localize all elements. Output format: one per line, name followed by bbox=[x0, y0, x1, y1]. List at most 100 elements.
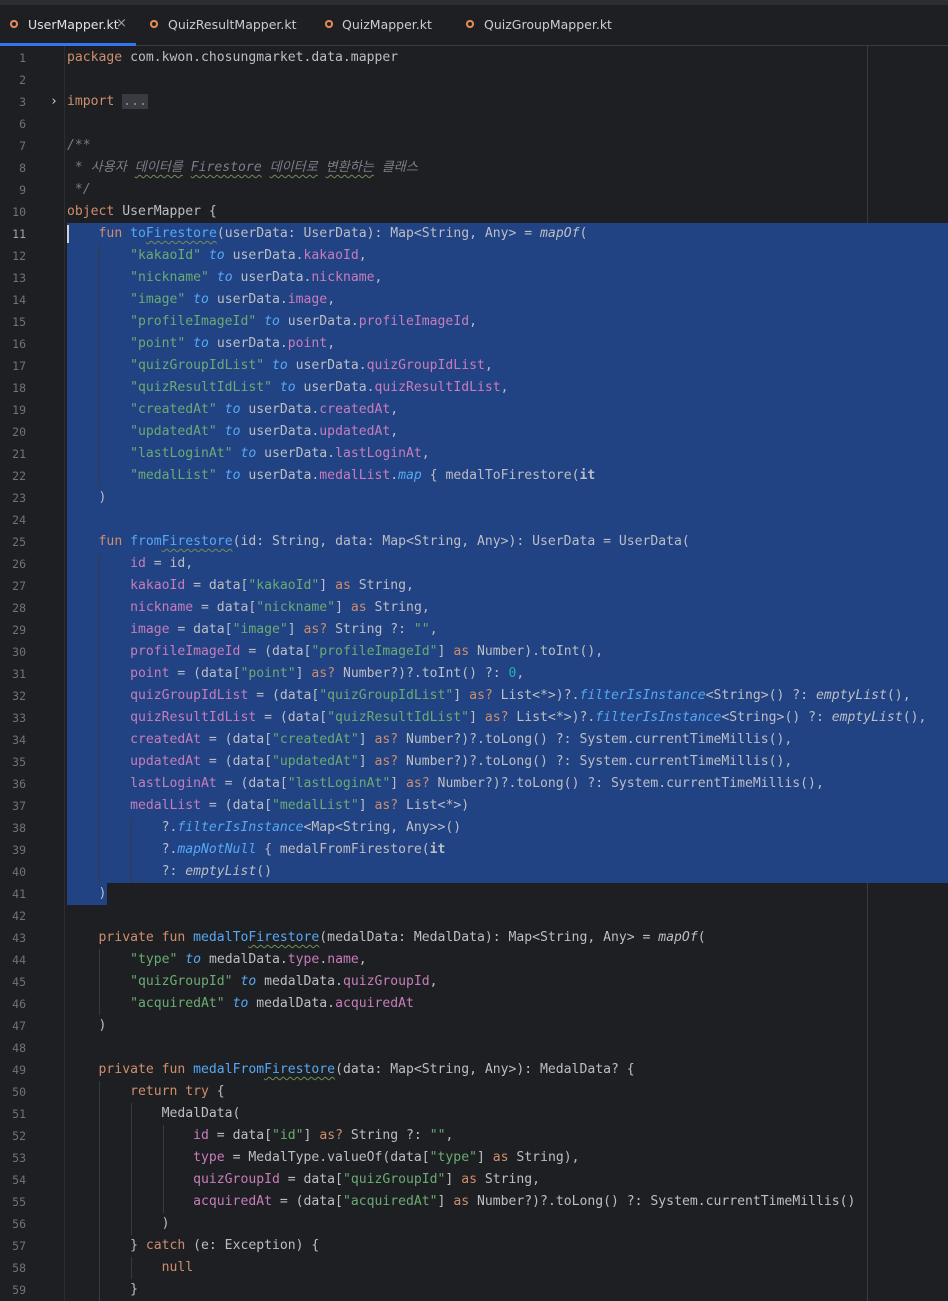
close-icon[interactable]: × bbox=[116, 16, 127, 31]
code-line[interactable]: 41 ) bbox=[0, 883, 948, 905]
code-line[interactable]: 24 bbox=[0, 509, 948, 531]
code-line[interactable]: 21 "lastLoginAt" to userData.lastLoginAt… bbox=[0, 443, 948, 465]
code-line[interactable]: 30 profileImageId = (data["profileImageI… bbox=[0, 641, 948, 663]
code-line[interactable]: 19 "createdAt" to userData.createdAt, bbox=[0, 399, 948, 421]
code-line[interactable]: 38 ?.filterIsInstance<Map<String, Any>>(… bbox=[0, 817, 948, 839]
code-line[interactable]: 49 private fun medalFromFirestore(data: … bbox=[0, 1059, 948, 1081]
code-line[interactable]: 42 bbox=[0, 905, 948, 927]
code-text[interactable]: kakaoId = data["kakaoId"] as String, bbox=[67, 575, 948, 597]
code-text[interactable]: "createdAt" to userData.createdAt, bbox=[67, 399, 948, 421]
code-text[interactable]: ) bbox=[67, 883, 948, 905]
code-line[interactable]: 3 › import ... bbox=[0, 91, 948, 113]
code-text[interactable]: "updatedAt" to userData.updatedAt, bbox=[67, 421, 948, 443]
code-line[interactable]: 7 /** bbox=[0, 135, 948, 157]
code-line[interactable]: 45 "quizGroupId" to medalData.quizGroupI… bbox=[0, 971, 948, 993]
code-text[interactable]: id = id, bbox=[67, 553, 948, 575]
code-text[interactable]: "lastLoginAt" to userData.lastLoginAt, bbox=[67, 443, 948, 465]
code-line[interactable]: 17 "quizGroupIdList" to userData.quizGro… bbox=[0, 355, 948, 377]
tab-quizgroupmapper[interactable]: QuizGroupMapper.kt bbox=[456, 5, 626, 45]
code-text[interactable]: updatedAt = (data["updatedAt"] as? Numbe… bbox=[67, 751, 948, 773]
code-text[interactable]: import ... bbox=[67, 91, 948, 113]
code-line[interactable]: 43 private fun medalToFirestore(medalDat… bbox=[0, 927, 948, 949]
code-line[interactable]: 27 kakaoId = data["kakaoId"] as String, bbox=[0, 575, 948, 597]
code-text[interactable]: "image" to userData.image, bbox=[67, 289, 948, 311]
code-line[interactable]: 12 "kakaoId" to userData.kakaoId, bbox=[0, 245, 948, 267]
code-text[interactable]: nickname = data["nickname"] as String, bbox=[67, 597, 948, 619]
code-text[interactable]: "type" to medalData.type.name, bbox=[67, 949, 948, 971]
code-line[interactable]: 15 "profileImageId" to userData.profileI… bbox=[0, 311, 948, 333]
code-text[interactable]: ) bbox=[67, 487, 948, 509]
code-text[interactable]: "point" to userData.point, bbox=[67, 333, 948, 355]
code-line[interactable]: 54 quizGroupId = data["quizGroupId"] as … bbox=[0, 1169, 948, 1191]
code-line[interactable]: 40 ?: emptyList() bbox=[0, 861, 948, 883]
code-text[interactable]: fun toFirestore(userData: UserData): Map… bbox=[67, 223, 948, 245]
code-text[interactable]: "quizGroupIdList" to userData.quizGroupI… bbox=[67, 355, 948, 377]
code-text[interactable]: point = (data["point"] as? Number?)?.toI… bbox=[67, 663, 948, 685]
code-line[interactable]: 58 null bbox=[0, 1257, 948, 1279]
tab-usermapper[interactable]: UserMapper.kt × bbox=[0, 5, 136, 46]
code-line[interactable]: 18 "quizResultIdList" to userData.quizRe… bbox=[0, 377, 948, 399]
code-line[interactable]: 32 quizGroupIdList = (data["quizGroupIdL… bbox=[0, 685, 948, 707]
code-line[interactable]: 44 "type" to medalData.type.name, bbox=[0, 949, 948, 971]
code-line[interactable]: 57 } catch (e: Exception) { bbox=[0, 1235, 948, 1257]
code-line[interactable]: 26 id = id, bbox=[0, 553, 948, 575]
code-text[interactable]: "acquiredAt" to medalData.acquiredAt bbox=[67, 993, 948, 1015]
code-text[interactable]: image = data["image"] as? String ?: "", bbox=[67, 619, 948, 641]
code-line[interactable]: 14 "image" to userData.image, bbox=[0, 289, 948, 311]
code-text[interactable]: "nickname" to userData.nickname, bbox=[67, 267, 948, 289]
code-text[interactable]: acquiredAt = (data["acquiredAt"] as Numb… bbox=[67, 1191, 948, 1213]
code-line[interactable]: 20 "updatedAt" to userData.updatedAt, bbox=[0, 421, 948, 443]
code-line[interactable]: 52 id = data["id"] as? String ?: "", bbox=[0, 1125, 948, 1147]
code-line[interactable]: 55 acquiredAt = (data["acquiredAt"] as N… bbox=[0, 1191, 948, 1213]
code-line[interactable]: 56 ) bbox=[0, 1213, 948, 1235]
code-text[interactable]: "medalList" to userData.medalList.map { … bbox=[67, 465, 948, 487]
code-text[interactable]: ) bbox=[67, 1213, 948, 1235]
code-text[interactable]: null bbox=[67, 1257, 948, 1279]
code-line[interactable]: 39 ?.mapNotNull { medalFromFirestore(it bbox=[0, 839, 948, 861]
code-line[interactable]: 36 lastLoginAt = (data["lastLoginAt"] as… bbox=[0, 773, 948, 795]
code-text[interactable]: MedalData( bbox=[67, 1103, 948, 1125]
tab-quizmapper[interactable]: QuizMapper.kt bbox=[315, 5, 455, 45]
code-text[interactable]: } bbox=[67, 1279, 948, 1301]
code-text[interactable]: ?.filterIsInstance<Map<String, Any>>() bbox=[67, 817, 948, 839]
code-text[interactable]: return try { bbox=[67, 1081, 948, 1103]
code-text[interactable]: private fun medalFromFirestore(data: Map… bbox=[67, 1059, 948, 1081]
code-text[interactable]: profileImageId = (data["profileImageId"]… bbox=[67, 641, 948, 663]
code-text[interactable]: medalList = (data["medalList"] as? List<… bbox=[67, 795, 948, 817]
code-line[interactable]: 29 image = data["image"] as? String ?: "… bbox=[0, 619, 948, 641]
code-text[interactable]: lastLoginAt = (data["lastLoginAt"] as? N… bbox=[67, 773, 948, 795]
code-text[interactable]: "profileImageId" to userData.profileImag… bbox=[67, 311, 948, 333]
code-text[interactable]: "quizResultIdList" to userData.quizResul… bbox=[67, 377, 948, 399]
code-line[interactable]: 47 ) bbox=[0, 1015, 948, 1037]
fold-arrow-icon[interactable]: › bbox=[50, 95, 58, 109]
code-text[interactable]: type = MedalType.valueOf(data["type"] as… bbox=[67, 1147, 948, 1169]
code-line[interactable]: 6 bbox=[0, 113, 948, 135]
code-line[interactable]: 10 object UserMapper { bbox=[0, 201, 948, 223]
code-line[interactable]: 9 */ bbox=[0, 179, 948, 201]
code-text[interactable]: createdAt = (data["createdAt"] as? Numbe… bbox=[67, 729, 948, 751]
code-text[interactable]: ?.mapNotNull { medalFromFirestore(it bbox=[67, 839, 948, 861]
code-text[interactable]: */ bbox=[67, 179, 948, 201]
code-line[interactable]: 11 fun toFirestore(userData: UserData): … bbox=[0, 223, 948, 245]
code-line[interactable]: 34 createdAt = (data["createdAt"] as? Nu… bbox=[0, 729, 948, 751]
code-text[interactable]: private fun medalToFirestore(medalData: … bbox=[67, 927, 948, 949]
code-line[interactable]: 48 bbox=[0, 1037, 948, 1059]
code-text[interactable]: } catch (e: Exception) { bbox=[67, 1235, 948, 1257]
code-line[interactable]: 53 type = MedalType.valueOf(data["type"]… bbox=[0, 1147, 948, 1169]
code-line[interactable]: 37 medalList = (data["medalList"] as? Li… bbox=[0, 795, 948, 817]
code-text[interactable]: ) bbox=[67, 1015, 948, 1037]
code-line[interactable]: 16 "point" to userData.point, bbox=[0, 333, 948, 355]
code-line[interactable]: 51 MedalData( bbox=[0, 1103, 948, 1125]
code-line[interactable]: 46 "acquiredAt" to medalData.acquiredAt bbox=[0, 993, 948, 1015]
code-text[interactable]: "kakaoId" to userData.kakaoId, bbox=[67, 245, 948, 267]
code-text[interactable]: quizGroupIdList = (data["quizGroupIdList… bbox=[67, 685, 948, 707]
code-text[interactable]: id = data["id"] as? String ?: "", bbox=[67, 1125, 948, 1147]
code-line[interactable]: 2 bbox=[0, 69, 948, 91]
code-line[interactable]: 50 return try { bbox=[0, 1081, 948, 1103]
code-line[interactable]: 33 quizResultIdList = (data["quizResultI… bbox=[0, 707, 948, 729]
code-text[interactable]: fun fromFirestore(id: String, data: Map<… bbox=[67, 531, 948, 553]
code-text[interactable]: /** bbox=[67, 135, 948, 157]
tab-quizresultmapper[interactable]: QuizResultMapper.kt bbox=[140, 5, 310, 45]
code-editor[interactable]: 1 package com.kwon.chosungmarket.data.map… bbox=[0, 46, 948, 1301]
code-line[interactable]: 25 fun fromFirestore(id: String, data: M… bbox=[0, 531, 948, 553]
